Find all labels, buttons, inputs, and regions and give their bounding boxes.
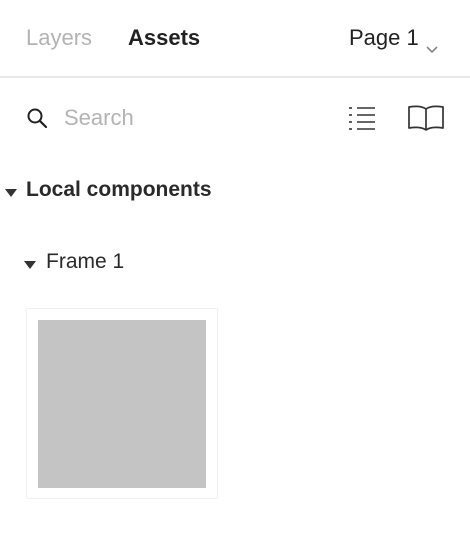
section-title: Local components <box>26 178 212 201</box>
library-book-icon[interactable] <box>407 104 445 132</box>
caret-down-icon <box>23 257 37 269</box>
search-icon <box>25 106 49 130</box>
component-tile[interactable] <box>26 308 218 499</box>
search-row <box>0 96 470 140</box>
panel-header: Layers Assets Page 1 <box>0 0 470 78</box>
local-components-section[interactable]: Local components <box>4 174 212 206</box>
component-thumbnail <box>38 320 206 488</box>
frame-group-header[interactable]: Frame 1 <box>23 246 124 278</box>
page-selector[interactable]: Page 1 <box>349 24 439 54</box>
chevron-down-icon <box>425 33 439 54</box>
tab-assets[interactable]: Assets <box>128 24 200 52</box>
tab-layers[interactable]: Layers <box>26 24 92 52</box>
caret-down-icon <box>4 185 18 197</box>
list-view-icon[interactable] <box>348 104 376 132</box>
search-input[interactable] <box>64 102 314 134</box>
frame-group-title: Frame 1 <box>46 250 125 273</box>
page-selector-label: Page 1 <box>349 25 419 50</box>
